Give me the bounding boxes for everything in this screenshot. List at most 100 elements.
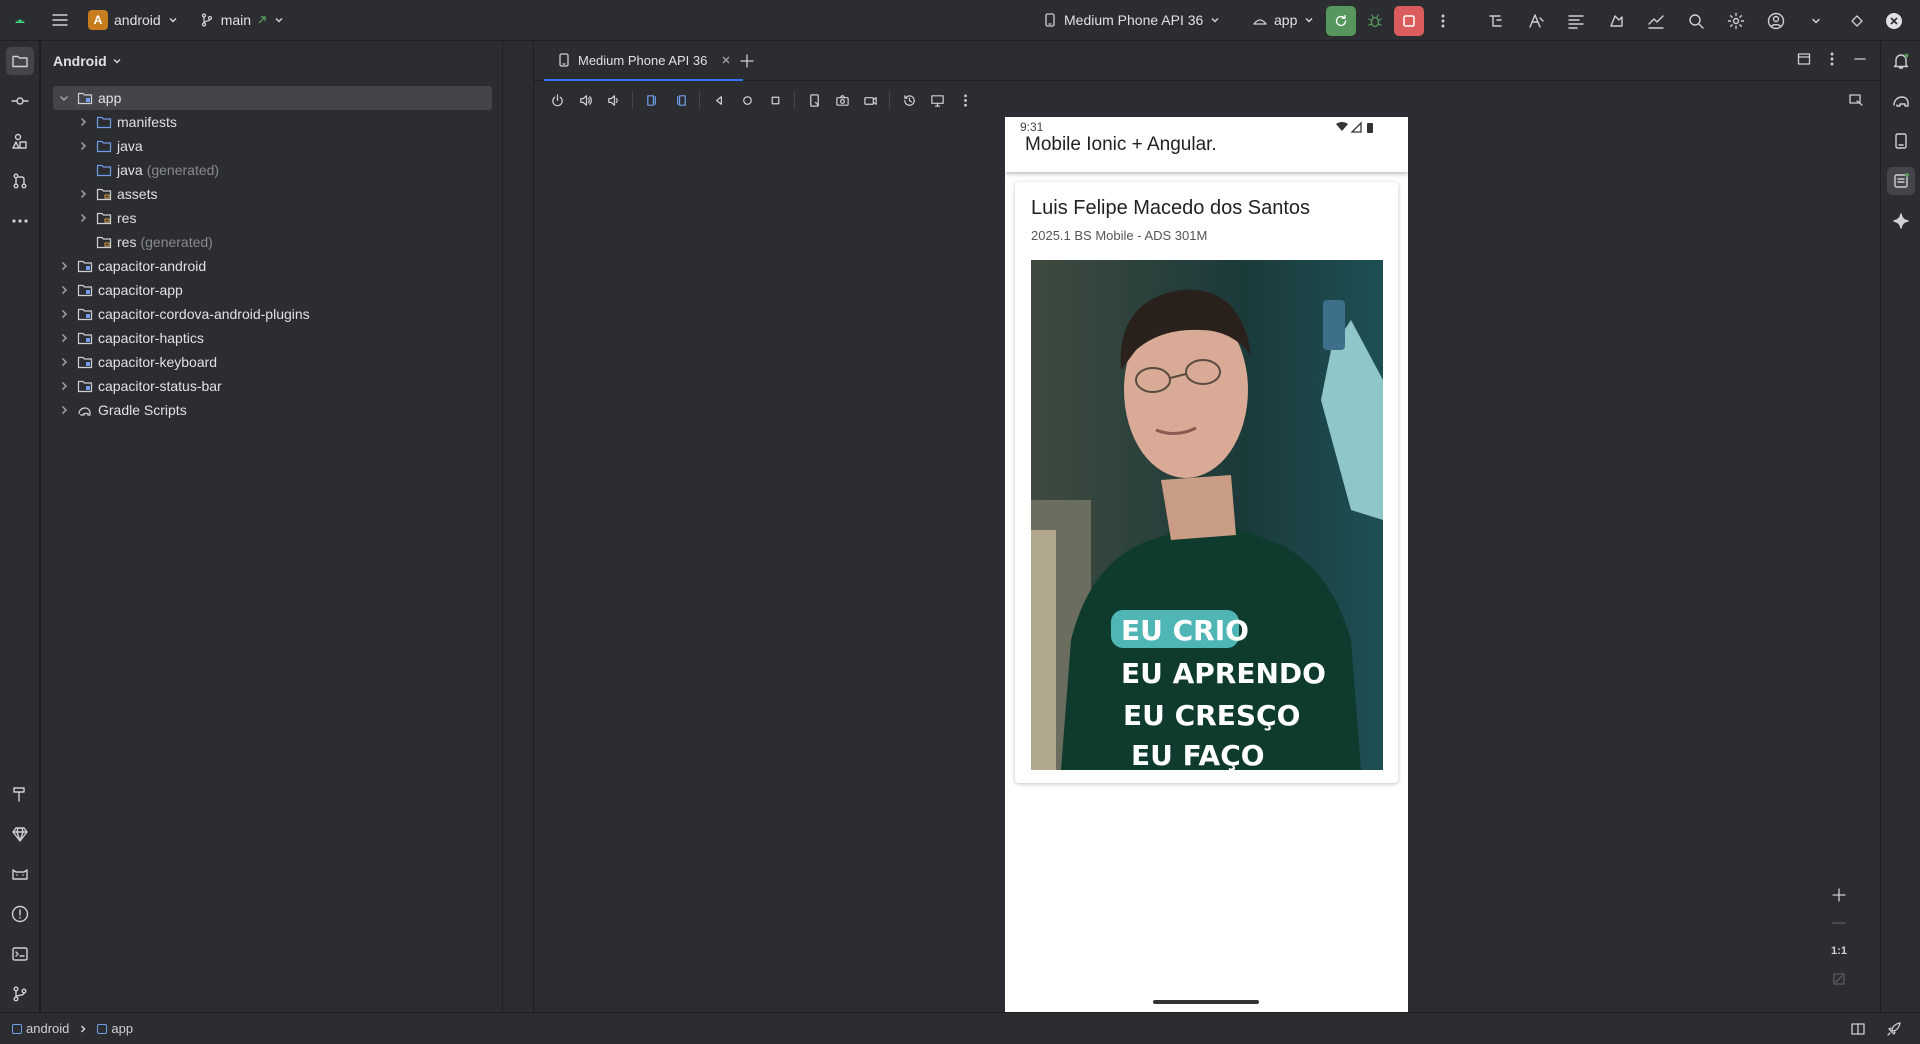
minimize-window-button[interactable] xyxy=(1796,6,1836,36)
zoom-out-button[interactable] xyxy=(1827,912,1851,934)
tree-item[interactable]: Gradle Scripts xyxy=(53,398,492,422)
tree-item[interactable]: res xyxy=(53,206,492,230)
gradle-tool-button[interactable] xyxy=(1887,87,1915,115)
tree-item[interactable]: manifests xyxy=(53,110,492,134)
fold-device-button[interactable] xyxy=(801,87,827,113)
tree-item[interactable]: java xyxy=(53,134,492,158)
search-button[interactable] xyxy=(1676,6,1716,36)
chevron-down-icon[interactable] xyxy=(57,91,71,105)
layout-status-button[interactable] xyxy=(1850,1021,1866,1037)
tree-item[interactable]: capacitor-status-bar xyxy=(53,374,492,398)
power-button[interactable] xyxy=(544,87,570,113)
terminal-button[interactable] xyxy=(6,940,34,968)
debug-button[interactable] xyxy=(1360,6,1390,36)
breadcrumb-root[interactable]: android xyxy=(26,1021,69,1036)
notifications-button[interactable] xyxy=(1887,47,1915,75)
chevron-right-icon[interactable] xyxy=(57,355,71,369)
chevron-right-icon[interactable] xyxy=(57,307,71,321)
project-tool-button[interactable] xyxy=(6,47,34,75)
layout-toggle-button[interactable] xyxy=(1796,51,1812,67)
zoom-fit-button[interactable] xyxy=(1827,968,1851,990)
chevron-right-icon[interactable] xyxy=(76,139,90,153)
snapshot-button[interactable] xyxy=(896,87,922,113)
screenshot-button[interactable] xyxy=(829,87,855,113)
rerun-button[interactable] xyxy=(1326,6,1356,36)
tab-medium-phone[interactable]: Medium Phone API 36 xyxy=(544,41,744,81)
panel-divider[interactable] xyxy=(503,41,534,1012)
home-circle-icon xyxy=(742,95,752,105)
apply-changes-button[interactable] xyxy=(1516,6,1556,36)
more-tools-button[interactable] xyxy=(6,207,34,235)
gemini-ai-button[interactable] xyxy=(1887,207,1915,235)
breadcrumb-child[interactable]: app xyxy=(111,1021,133,1036)
run-config-selector[interactable]: app xyxy=(1246,6,1321,34)
structure-button[interactable] xyxy=(1556,6,1596,36)
close-icon[interactable] xyxy=(721,55,731,65)
chevron-right-icon[interactable] xyxy=(57,379,71,393)
project-view-selector[interactable]: Android xyxy=(53,53,123,69)
version-control-button[interactable] xyxy=(6,980,34,1008)
chevron-right-icon[interactable] xyxy=(57,259,71,273)
sdk-manager-button[interactable] xyxy=(1596,6,1636,36)
tree-item[interactable]: capacitor-cordova-android-plugins xyxy=(53,302,492,326)
record-screen-button[interactable] xyxy=(857,87,883,113)
account-button[interactable] xyxy=(1756,6,1796,36)
more-actions-button[interactable] xyxy=(1428,6,1458,36)
commit-tool-button[interactable] xyxy=(6,87,34,115)
branch-selector[interactable]: main xyxy=(193,6,291,34)
module-folder-icon xyxy=(77,356,93,369)
more-vertical-icon xyxy=(1830,52,1834,66)
tree-item[interactable]: app xyxy=(53,86,492,110)
restore-window-button[interactable] xyxy=(1840,6,1874,36)
stop-button[interactable] xyxy=(1394,6,1424,36)
home-button[interactable] xyxy=(734,87,760,113)
resource-manager-button[interactable] xyxy=(6,127,34,155)
settings-button[interactable] xyxy=(1716,6,1756,36)
logcat-button[interactable] xyxy=(6,860,34,888)
chevron-right-icon[interactable] xyxy=(76,115,90,129)
chevron-right-icon[interactable] xyxy=(76,187,90,201)
panel-options-button[interactable] xyxy=(1824,51,1840,67)
zoom-actual-size-button[interactable]: 1:1 xyxy=(1827,940,1851,962)
app-quality-button[interactable] xyxy=(6,820,34,848)
device-manager-button[interactable] xyxy=(1636,6,1676,36)
volume-up-button[interactable] xyxy=(572,87,598,113)
rotate-right-button[interactable] xyxy=(667,87,693,113)
chevron-right-icon[interactable] xyxy=(57,331,71,345)
close-window-button[interactable] xyxy=(1876,6,1912,36)
overview-button[interactable] xyxy=(762,87,788,113)
tree-item[interactable]: assets xyxy=(53,182,492,206)
emulator-more-button[interactable] xyxy=(952,87,978,113)
back-button[interactable] xyxy=(706,87,732,113)
emulator-screen[interactable]: Mobile Ionic + Angular. 9:31 Luis Felipe… xyxy=(1005,117,1408,1014)
tree-item[interactable]: capacitor-keyboard xyxy=(53,350,492,374)
extended-controls-button[interactable] xyxy=(1848,92,1864,108)
tree-item[interactable]: java (generated) xyxy=(53,158,492,182)
sync-gradle-button[interactable] xyxy=(1476,6,1516,36)
zoom-in-button[interactable] xyxy=(1827,884,1851,906)
device-file-explorer-button[interactable] xyxy=(1887,127,1915,155)
folder-icon xyxy=(96,164,112,177)
volume-down-button[interactable] xyxy=(600,87,626,113)
add-device-button[interactable] xyxy=(736,50,758,72)
tree-item[interactable]: capacitor-app xyxy=(53,278,492,302)
tree-item[interactable]: res (generated) xyxy=(53,230,492,254)
running-devices-button[interactable] xyxy=(1887,167,1915,195)
shirt-line-2: EU APRENDO xyxy=(1121,657,1326,690)
chevron-right-icon[interactable] xyxy=(76,211,90,225)
chevron-right-icon[interactable] xyxy=(57,403,71,417)
chevron-right-icon[interactable] xyxy=(57,283,71,297)
tree-item[interactable]: capacitor-haptics xyxy=(53,326,492,350)
device-selector[interactable]: Medium Phone API 36 xyxy=(1036,6,1227,34)
project-selector[interactable]: A android xyxy=(82,6,185,34)
main-menu-button[interactable] xyxy=(44,6,76,34)
pull-requests-button[interactable] xyxy=(6,167,34,195)
mirror-display-button[interactable] xyxy=(924,87,950,113)
gesture-home-bar[interactable] xyxy=(1153,1000,1259,1004)
build-tool-button[interactable] xyxy=(6,780,34,808)
tree-item[interactable]: capacitor-android xyxy=(53,254,492,278)
rotate-left-button[interactable] xyxy=(639,87,665,113)
problems-button[interactable] xyxy=(6,900,34,928)
hide-panel-button[interactable] xyxy=(1852,51,1868,67)
power-save-button[interactable] xyxy=(1886,1021,1902,1037)
